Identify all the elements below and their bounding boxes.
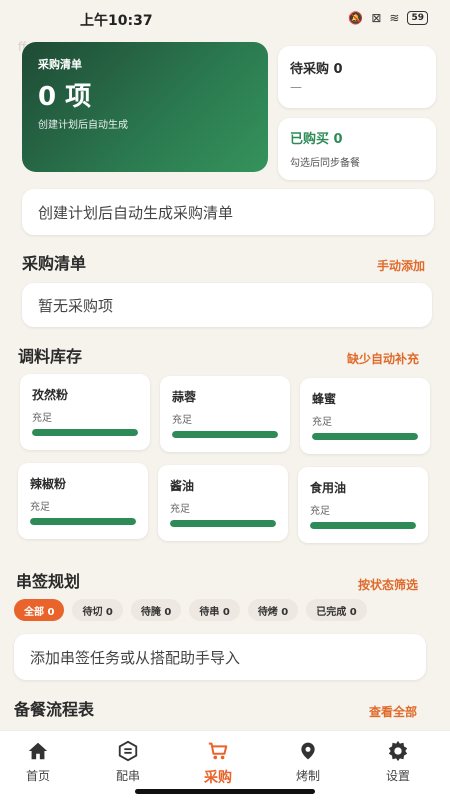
tab-label: 首页	[25, 769, 50, 783]
skewer-plan-title: 串签规划	[16, 572, 81, 591]
home-icon	[8, 739, 68, 763]
summary-subtitle: 创建计划后自动生成	[38, 120, 128, 131]
battery-icon: 59	[407, 11, 428, 25]
inventory-item-status: 充足	[172, 415, 192, 426]
filter-by-status-link[interactable]: 按状态筛选	[358, 576, 418, 593]
tab-settings[interactable]: 设置	[368, 739, 428, 784]
tab-label: 配串	[115, 769, 140, 783]
inventory-item-status: 充足	[170, 504, 190, 515]
tab-home[interactable]: 首页	[8, 739, 68, 784]
gear-icon	[368, 739, 428, 763]
inventory-item-name: 孜然粉	[32, 388, 69, 402]
filter-chip-to-cut[interactable]: 待切 0	[72, 599, 123, 621]
tab-grill[interactable]: 烤制	[278, 739, 338, 784]
status-icons: 🔕 ⊠ ≋ 59	[348, 11, 428, 25]
inventory-level-bar	[170, 520, 276, 527]
add-task-text: 添加串签任务或从搭配助手导入	[30, 649, 241, 667]
filter-chip-to-marinate[interactable]: 待腌 0	[130, 599, 182, 621]
inventory-item[interactable]: 酱油 充足	[158, 465, 288, 541]
summary-count: 0 项	[38, 82, 92, 112]
purchase-empty-state: 暂无采购项	[22, 283, 432, 327]
menu-icon	[98, 739, 158, 763]
inventory-level-bar	[312, 433, 418, 440]
inventory-item-name: 蒜蓉	[172, 390, 197, 404]
tab-purchase[interactable]: 采购	[188, 739, 248, 787]
inventory-level-bar	[172, 431, 278, 438]
inventory-item-name: 食用油	[310, 481, 347, 495]
inventory-item[interactable]: 蒜蓉 充足	[160, 376, 290, 452]
inventory-item-status: 充足	[312, 417, 332, 428]
location-icon	[278, 739, 338, 763]
inventory-item[interactable]: 蜂蜜 充足	[300, 378, 430, 454]
filter-chip-to-skewer[interactable]: 待串 0	[189, 599, 240, 621]
home-indicator	[135, 789, 315, 794]
add-skewer-task-button[interactable]: 添加串签任务或从搭配助手导入	[14, 634, 426, 680]
inventory-level-fill	[170, 520, 276, 527]
filter-chip-all[interactable]: 全部 0	[14, 599, 65, 621]
pending-label: 待采购 0	[290, 62, 343, 77]
inventory-item[interactable]: 食用油 充足	[298, 467, 428, 543]
inventory-item-name: 酱油	[170, 479, 195, 493]
inventory-section-title: 调料库存	[18, 347, 83, 366]
status-bar: 上午10:37 🔕 ⊠ ≋ 59	[0, 0, 450, 36]
bottom-tab-bar: 首页 配串 采购 烤制 设置	[0, 730, 450, 800]
bought-label: 已购买 0	[290, 132, 343, 147]
pending-value: —	[290, 80, 302, 94]
tab-pairing[interactable]: 配串	[98, 739, 158, 784]
inventory-level-fill	[312, 433, 418, 440]
inventory-level-bar	[32, 429, 138, 436]
inventory-item-name: 辣椒粉	[30, 477, 67, 491]
inventory-level-bar	[310, 522, 416, 529]
inventory-item[interactable]: 辣椒粉 充足	[18, 463, 148, 539]
auto-replenish-link[interactable]: 缺少自动补充	[347, 350, 419, 367]
inventory-level-fill	[32, 429, 138, 436]
status-filter-chips: 全部 0 待切 0 待腌 0 待串 0 待烤 0 已完成 0	[14, 599, 367, 621]
empty-text: 暂无采购项	[38, 297, 114, 315]
prep-flow-title: 备餐流程表	[14, 700, 95, 719]
mute-icon: 🔕	[348, 11, 364, 25]
inventory-level-fill	[310, 522, 416, 529]
inventory-level-bar	[30, 518, 136, 525]
inventory-item[interactable]: 孜然粉 充足	[20, 374, 150, 450]
filter-chip-done[interactable]: 已完成 0	[306, 599, 367, 621]
tab-label: 采购	[204, 770, 232, 786]
wifi-icon: ≋	[389, 11, 400, 25]
inventory-item-status: 充足	[30, 502, 50, 513]
status-time: 上午10:37	[80, 13, 153, 29]
banner-text: 创建计划后自动生成采购清单	[38, 204, 234, 222]
inventory-item-name: 蜂蜜	[312, 392, 337, 406]
manual-add-link[interactable]: 手动添加	[377, 257, 425, 274]
purchase-section-title: 采购清单	[22, 254, 87, 273]
cart-icon	[188, 739, 248, 763]
purchase-summary-card[interactable]: 采购清单 0 项 创建计划后自动生成	[22, 42, 268, 172]
bought-card[interactable]: 已购买 0 勾选后同步备餐	[278, 118, 436, 180]
pending-card[interactable]: 待采购 0 —	[278, 46, 436, 108]
inventory-item-status: 充足	[32, 413, 52, 424]
inventory-level-fill	[30, 518, 136, 525]
bought-subtitle: 勾选后同步备餐	[290, 158, 360, 169]
sim-icon: ⊠	[371, 11, 382, 25]
tab-label: 设置	[385, 769, 410, 783]
view-all-link[interactable]: 查看全部	[369, 703, 417, 720]
summary-title: 采购清单	[38, 58, 82, 71]
inventory-item-status: 充足	[310, 506, 330, 517]
auto-generate-banner[interactable]: 创建计划后自动生成采购清单	[22, 189, 434, 235]
tab-label: 烤制	[295, 769, 320, 783]
inventory-level-fill	[172, 431, 278, 438]
filter-chip-to-grill[interactable]: 待烤 0	[247, 599, 299, 621]
